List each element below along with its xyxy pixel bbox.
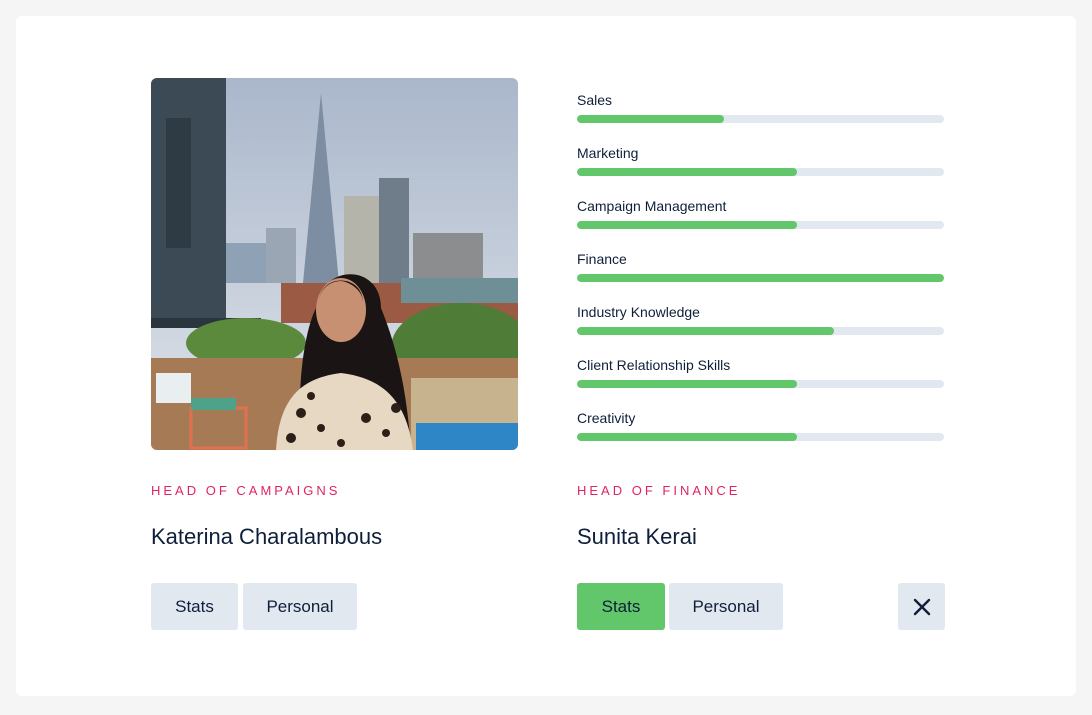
right-stats-button[interactable]: Stats — [577, 583, 665, 630]
close-icon — [913, 598, 930, 615]
skill-track — [577, 221, 944, 229]
skill-track — [577, 433, 944, 441]
skill-label: Sales — [577, 92, 613, 108]
skill-track — [577, 115, 944, 123]
skill-fill — [577, 168, 798, 176]
skill-row: Creativity — [577, 410, 945, 463]
skill-row: Finance — [577, 251, 945, 304]
skill-label: Marketing — [577, 145, 639, 161]
skill-label: Industry Knowledge — [577, 304, 700, 320]
skill-row: Industry Knowledge — [577, 304, 945, 357]
skill-label: Client Relationship Skills — [577, 357, 731, 373]
right-person-name: Sunita Kerai — [577, 524, 697, 549]
right-role-label: HEAD OF FINANCE — [577, 483, 741, 498]
left-role-label: HEAD OF CAMPAIGNS — [151, 483, 341, 498]
skill-fill — [577, 274, 944, 282]
skills-list: Sales Marketing Campaign Management Fina… — [577, 92, 945, 463]
profile-card: HEAD OF CAMPAIGNS Katerina Charalambous … — [16, 16, 1076, 696]
skill-fill — [577, 380, 798, 388]
skill-label: Creativity — [577, 410, 636, 426]
skill-fill — [577, 115, 724, 123]
skill-row: Client Relationship Skills — [577, 357, 945, 410]
skill-row: Sales — [577, 92, 945, 145]
skill-fill — [577, 433, 798, 441]
skill-fill — [577, 327, 834, 335]
left-person-name: Katerina Charalambous — [151, 524, 383, 549]
skill-track — [577, 168, 944, 176]
close-button[interactable] — [898, 583, 945, 630]
skill-track — [577, 327, 944, 335]
left-personal-button[interactable]: Personal — [243, 583, 357, 630]
right-personal-button[interactable]: Personal — [669, 583, 783, 630]
skill-track — [577, 380, 944, 388]
profile-photo — [151, 78, 518, 450]
left-stats-button[interactable]: Stats — [151, 583, 238, 630]
skill-label: Finance — [577, 251, 627, 267]
skill-track — [577, 274, 944, 282]
skill-row: Marketing — [577, 145, 945, 198]
skill-fill — [577, 221, 798, 229]
skill-label: Campaign Management — [577, 198, 727, 214]
skill-row: Campaign Management — [577, 198, 945, 251]
